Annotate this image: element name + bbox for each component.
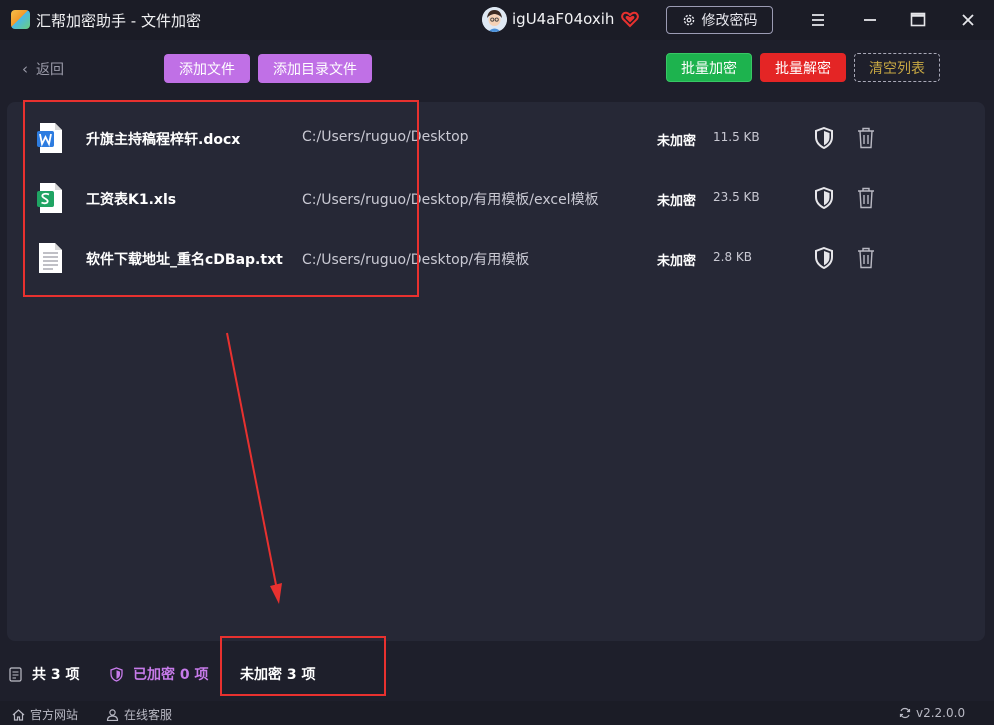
annotation-arrow xyxy=(226,332,282,604)
app-window: { "window": { "title": "汇帮加密助手 - 文件加密", … xyxy=(0,0,994,725)
